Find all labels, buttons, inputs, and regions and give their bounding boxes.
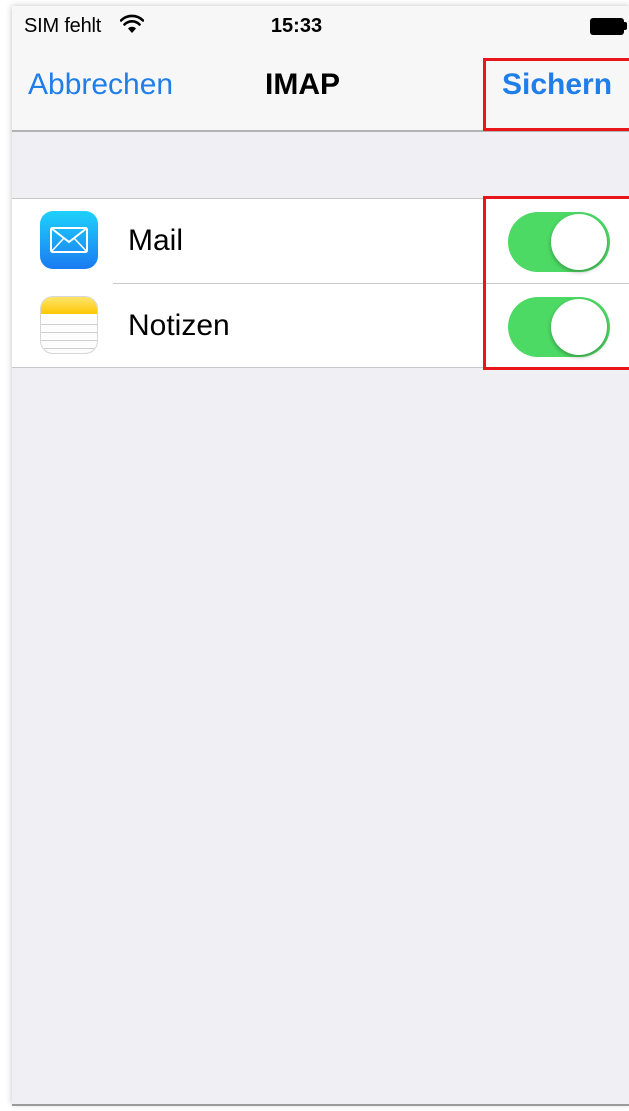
notes-toggle[interactable] xyxy=(508,297,610,357)
notes-icon-line xyxy=(41,340,97,341)
notes-icon-header xyxy=(41,297,97,314)
phone-screen: SIM fehlt 15:33 Abbrechen IMAP Sichern M… xyxy=(12,6,629,1104)
status-bar: SIM fehlt 15:33 xyxy=(12,6,629,46)
toggle-knob xyxy=(551,214,607,270)
screen-bottom-edge xyxy=(12,1104,629,1106)
mail-app-icon xyxy=(40,211,98,269)
save-button[interactable]: Sichern xyxy=(502,68,612,102)
notes-app-icon xyxy=(40,296,98,354)
toggle-knob xyxy=(551,299,607,355)
notes-label: Notizen xyxy=(128,309,230,342)
settings-row-mail: Mail xyxy=(12,199,629,283)
mail-toggle[interactable] xyxy=(508,212,610,272)
navigation-bar: Abbrechen IMAP Sichern xyxy=(12,46,629,132)
battery-tip xyxy=(624,22,627,30)
clock-time: 15:33 xyxy=(270,15,323,37)
notes-icon-line xyxy=(41,332,97,333)
settings-row-notes: Notizen xyxy=(12,284,629,368)
mail-label: Mail xyxy=(128,224,184,257)
battery-icon xyxy=(590,18,624,35)
settings-group: Mail Notizen xyxy=(12,198,629,368)
notes-icon-line xyxy=(41,348,97,349)
notes-icon-line xyxy=(41,324,97,325)
